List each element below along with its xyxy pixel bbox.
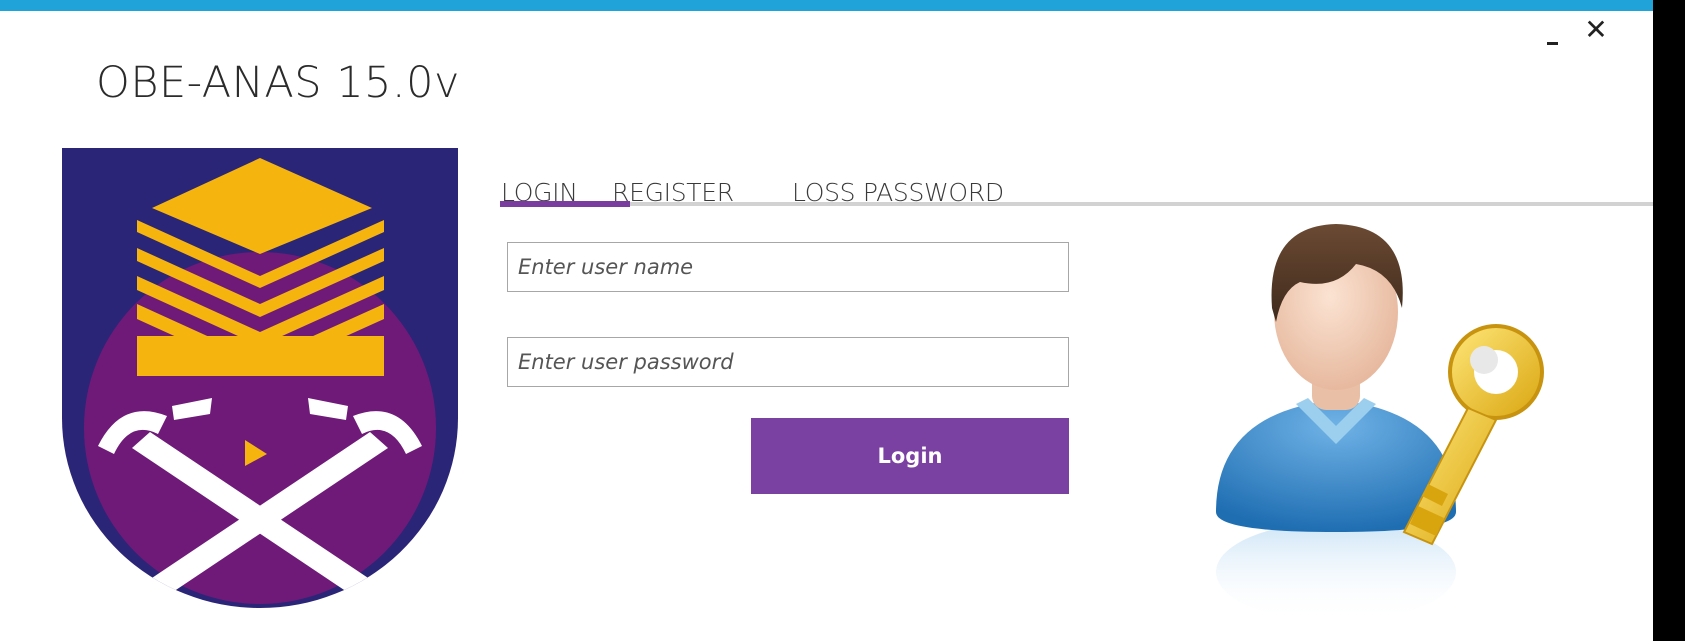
close-button[interactable]: ✕ [1580, 14, 1612, 46]
user-with-key-illustration [1216, 224, 1544, 622]
university-crest-logo [62, 148, 458, 608]
auth-tabs: LOGIN REGISTER LOSS PASSWORD [500, 178, 1653, 212]
close-icon: ✕ [1584, 13, 1608, 46]
tab-divider [500, 202, 1653, 206]
username-input[interactable] [507, 242, 1069, 292]
minimize-button[interactable] [1542, 20, 1572, 50]
password-input[interactable] [507, 337, 1069, 387]
minimize-icon [1547, 42, 1558, 45]
login-window: OBE-ANAS 15.0v ✕ LOGIN REGISTER LOSS PAS… [0, 0, 1653, 641]
window-accent-bar [0, 0, 1653, 11]
app-title: OBE-ANAS 15.0v [96, 58, 460, 108]
active-tab-indicator [500, 201, 630, 207]
login-button[interactable]: Login [751, 418, 1069, 494]
